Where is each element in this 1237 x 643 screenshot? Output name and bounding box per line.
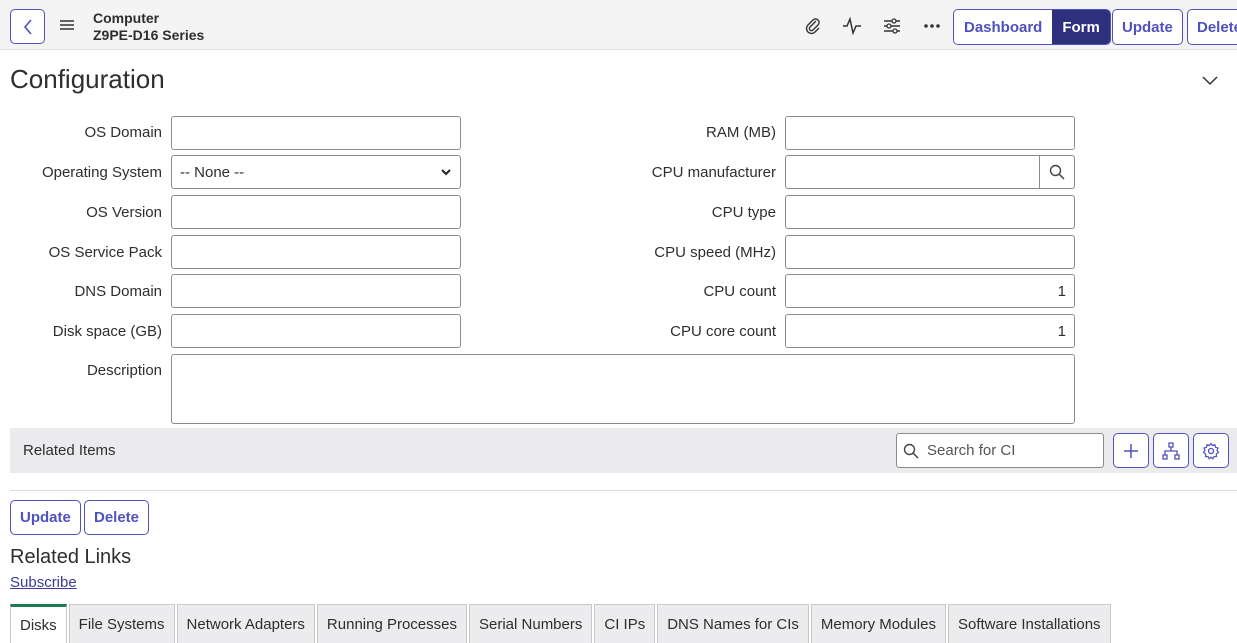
delete-button[interactable]: Delete <box>84 500 150 535</box>
more-icon[interactable] <box>921 15 943 37</box>
ram-label: RAM (MB) <box>706 124 776 141</box>
header-update-button[interactable]: Update <box>1112 9 1183 45</box>
cpu-speed-input[interactable] <box>785 235 1075 269</box>
record-table-name: Computer <box>93 10 160 26</box>
cpu-manufacturer-lookup-button[interactable] <box>1039 156 1074 188</box>
cpu-type-input[interactable] <box>785 195 1075 229</box>
tab-file-systems[interactable]: File Systems <box>68 604 175 643</box>
cpu-count-input[interactable]: 1 <box>785 274 1075 308</box>
chevron-left-icon <box>23 18 32 35</box>
dns-domain-label: DNS Domain <box>74 283 162 300</box>
os-version-label: OS Version <box>86 204 162 221</box>
cpu-speed-label: CPU speed (MHz) <box>654 244 776 261</box>
operating-system-value: -- None -- <box>180 163 245 181</box>
cpu-type-label: CPU type <box>711 204 776 221</box>
operating-system-label: Operating System <box>41 164 162 181</box>
disk-space-label: Disk space (GB) <box>52 323 162 340</box>
related-items-title: Related Items <box>23 442 116 459</box>
related-links-title: Related Links <box>10 546 132 568</box>
ram-input[interactable] <box>785 116 1075 150</box>
cpu-manufacturer-input[interactable] <box>785 155 1075 189</box>
settings-sliders-icon[interactable] <box>881 15 903 37</box>
cpu-manufacturer-label: CPU manufacturer <box>651 164 776 181</box>
view-toggle: Dashboard Form <box>953 9 1111 45</box>
add-ci-button[interactable] <box>1113 433 1149 468</box>
update-button[interactable]: Update <box>10 500 81 535</box>
hierarchy-icon <box>1162 441 1180 460</box>
related-items-settings-button[interactable] <box>1193 433 1229 468</box>
operating-system-select[interactable]: -- None -- <box>171 155 461 189</box>
plus-icon <box>1124 443 1138 458</box>
ci-search-input[interactable]: Search for CI <box>896 433 1104 468</box>
tab-memory-modules[interactable]: Memory Modules <box>810 604 946 643</box>
cpu-core-count-label: CPU core count <box>670 323 776 340</box>
search-icon <box>1049 164 1065 180</box>
tab-software-installations[interactable]: Software Installations <box>947 604 1111 643</box>
hamburger-menu-icon[interactable] <box>58 16 76 34</box>
tab-ci-ips[interactable]: CI IPs <box>594 604 656 643</box>
tab-dns-names[interactable]: DNS Names for CIs <box>657 604 809 643</box>
dashboard-view-button[interactable]: Dashboard <box>954 10 1053 44</box>
chevron-down-icon <box>441 169 451 176</box>
os-domain-label: OS Domain <box>84 124 162 141</box>
cpu-core-count-input[interactable]: 1 <box>785 314 1075 348</box>
tab-running-processes[interactable]: Running Processes <box>316 604 467 643</box>
tab-disks[interactable]: Disks <box>10 604 67 643</box>
gear-icon <box>1202 442 1220 460</box>
record-display-name: Z9PE-D16 Series <box>93 27 205 43</box>
section-title: Configuration <box>10 64 165 94</box>
header-delete-button[interactable]: Delete <box>1187 9 1237 45</box>
form-view-button[interactable]: Form <box>1052 10 1110 44</box>
ci-search-placeholder: Search for CI <box>927 442 1016 459</box>
section-divider <box>10 490 1237 491</box>
description-textarea[interactable] <box>171 354 1075 424</box>
tab-network-adapters[interactable]: Network Adapters <box>176 604 315 643</box>
back-button[interactable] <box>10 9 45 44</box>
os-version-input[interactable] <box>171 195 461 229</box>
form-header: Computer Z9PE-D16 Series Dashboard Form … <box>0 0 1237 50</box>
dns-domain-input[interactable] <box>171 274 461 308</box>
os-service-pack-label: OS Service Pack <box>48 244 162 261</box>
subscribe-link[interactable]: Subscribe <box>10 574 77 591</box>
cpu-count-label: CPU count <box>703 283 776 300</box>
os-service-pack-input[interactable] <box>171 235 461 269</box>
dependency-view-button[interactable] <box>1153 433 1189 468</box>
description-label: Description <box>86 362 162 379</box>
disk-space-input[interactable] <box>171 314 461 348</box>
tab-serial-numbers[interactable]: Serial Numbers <box>469 604 593 643</box>
chevron-down-icon[interactable] <box>1200 70 1220 90</box>
related-lists-tabs: Disks File Systems Network Adapters Runn… <box>10 604 1113 643</box>
search-icon <box>903 443 919 459</box>
activity-icon[interactable] <box>841 15 863 37</box>
attachment-icon[interactable] <box>802 15 824 37</box>
os-domain-input[interactable] <box>171 116 461 150</box>
record-title: Computer Z9PE-D16 Series <box>93 10 204 44</box>
